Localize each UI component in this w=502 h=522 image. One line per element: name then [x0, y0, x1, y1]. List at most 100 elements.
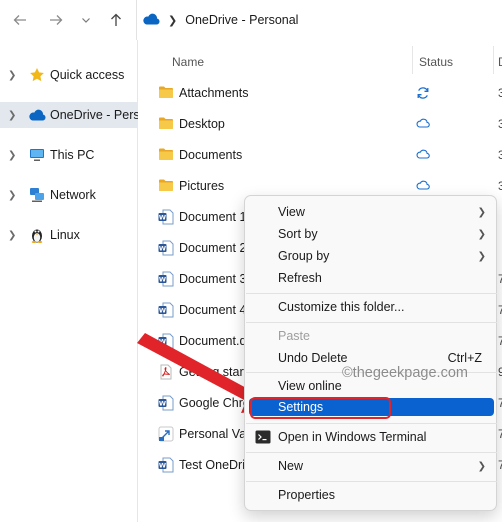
- file-date: 7: [498, 458, 502, 472]
- menu-item-open-terminal[interactable]: Open in Windows Terminal: [249, 426, 494, 448]
- file-name: Document 2: [179, 241, 247, 255]
- pdf-file-icon: [158, 364, 174, 380]
- monitor-icon: [28, 146, 46, 164]
- file-row[interactable]: Documents 3: [140, 140, 502, 171]
- watermark: ©thegeekpage.com: [342, 365, 468, 381]
- file-date: 7: [498, 334, 502, 348]
- onedrive-cloud-icon: [142, 13, 160, 28]
- penguin-icon: [28, 226, 46, 244]
- menu-item-label: Paste: [278, 329, 310, 343]
- word-document-icon: W: [158, 395, 174, 411]
- menu-item-label: New: [278, 459, 304, 473]
- svg-text:W: W: [159, 462, 166, 470]
- file-name: Document.d: [179, 334, 247, 348]
- file-name: Desktop: [179, 117, 225, 131]
- sidebar-item-label: Network: [50, 188, 96, 202]
- file-date: 7: [498, 427, 502, 441]
- terminal-icon: [255, 430, 271, 444]
- menu-item-label: View online: [278, 379, 342, 393]
- file-date: 3: [498, 86, 502, 100]
- svg-text:W: W: [159, 214, 166, 222]
- breadcrumb-onedrive[interactable]: OneDrive - Personal: [185, 13, 298, 27]
- navigation-bar: ❯ OneDrive - Personal: [0, 0, 502, 40]
- svg-text:W: W: [159, 400, 166, 408]
- column-header-name[interactable]: Name: [172, 50, 204, 74]
- file-name: Attachments: [179, 86, 249, 100]
- sidebar-item-label: Linux: [50, 228, 80, 242]
- sidebar-item-network[interactable]: ❯ Network: [0, 182, 138, 208]
- file-name: Document 1: [179, 210, 247, 224]
- file-row[interactable]: Desktop 3: [140, 109, 502, 140]
- sidebar-item-onedrive[interactable]: ❯ OneDrive - Personal: [0, 102, 138, 128]
- address-bar[interactable]: ❯ OneDrive - Personal: [142, 8, 298, 32]
- menu-item-refresh[interactable]: Refresh: [249, 267, 494, 289]
- sidebar-item-label: OneDrive - Personal: [50, 108, 138, 122]
- menu-item-label: Sort by: [278, 227, 318, 241]
- menu-item-group-by[interactable]: Group by ❯: [249, 245, 494, 267]
- sidebar-item-this-pc[interactable]: ❯ This PC: [0, 142, 138, 168]
- svg-text:W: W: [159, 276, 166, 284]
- sync-pending-icon: [416, 86, 432, 102]
- menu-item-paste: Paste: [249, 325, 494, 347]
- column-header-status[interactable]: Status: [419, 50, 453, 74]
- folder-icon: [158, 85, 174, 101]
- menu-separator: [246, 322, 497, 323]
- chevron-right-icon: ❯: [477, 228, 486, 240]
- expand-chevron-icon[interactable]: ❯: [8, 70, 18, 81]
- expand-chevron-icon[interactable]: ❯: [8, 190, 18, 201]
- file-name: Google Chro: [179, 396, 250, 410]
- expand-chevron-icon[interactable]: ❯: [8, 150, 18, 161]
- arrow-left-icon[interactable]: [8, 8, 32, 32]
- context-menu: View ❯ Sort by ❯ Group by ❯ Refresh Cust…: [244, 195, 497, 511]
- file-date: 3: [498, 117, 502, 131]
- menu-item-shortcut: Ctrl+Z: [447, 351, 482, 365]
- chevron-right-icon: ❯: [477, 250, 486, 262]
- menu-item-sort-by[interactable]: Sort by ❯: [249, 223, 494, 245]
- chevron-right-icon: ❯: [477, 460, 486, 472]
- menu-item-customize-folder[interactable]: Customize this folder...: [249, 296, 494, 318]
- folder-icon: [158, 147, 174, 163]
- sidebar-item-label: Quick access: [50, 68, 125, 82]
- menu-item-label: Refresh: [278, 271, 322, 285]
- address-divider: [136, 0, 137, 40]
- sidebar-item-quick-access[interactable]: ❯ Quick access: [0, 62, 138, 88]
- file-name: Documents: [179, 148, 243, 162]
- svg-text:W: W: [159, 307, 166, 315]
- word-document-icon: W: [158, 209, 174, 225]
- menu-item-new[interactable]: New ❯: [249, 455, 494, 477]
- cloud-online-icon: [416, 148, 432, 164]
- file-name: Personal Vau: [179, 427, 254, 441]
- file-date: 3: [498, 179, 502, 193]
- file-date: 7: [498, 396, 502, 410]
- menu-separator: [246, 452, 497, 453]
- file-name: Document 3: [179, 272, 247, 286]
- menu-item-label: Properties: [278, 488, 335, 502]
- menu-item-label: Group by: [278, 249, 330, 263]
- svg-text:W: W: [159, 245, 166, 253]
- navigation-pane: ❯ Quick access ❯ OneDrive - Personal ❯ T…: [0, 40, 138, 522]
- file-row[interactable]: Attachments 3: [140, 78, 502, 109]
- file-date: 7: [498, 272, 502, 286]
- menu-item-label: Undo Delete: [278, 351, 348, 365]
- sidebar-item-linux[interactable]: ❯ Linux: [0, 222, 138, 248]
- breadcrumb-chevron-icon: ❯: [168, 14, 178, 27]
- file-name: Getting start: [179, 365, 248, 379]
- column-header-date[interactable]: D: [498, 50, 502, 74]
- chevron-down-icon[interactable]: [78, 8, 94, 32]
- folder-icon: [158, 116, 174, 132]
- menu-item-properties[interactable]: Properties: [249, 484, 494, 506]
- word-document-icon: W: [158, 271, 174, 287]
- cloud-online-icon: [416, 117, 432, 133]
- file-date: 7: [498, 303, 502, 317]
- column-divider[interactable]: [493, 46, 494, 74]
- column-divider[interactable]: [412, 46, 413, 74]
- menu-item-label: Open in Windows Terminal: [278, 430, 427, 444]
- network-icon: [28, 186, 46, 204]
- expand-chevron-icon[interactable]: ❯: [8, 110, 18, 121]
- expand-chevron-icon[interactable]: ❯: [8, 230, 18, 241]
- folder-icon: [158, 178, 174, 194]
- menu-item-view[interactable]: View ❯: [249, 201, 494, 223]
- arrow-up-icon[interactable]: [104, 8, 128, 32]
- word-document-icon: W: [158, 457, 174, 473]
- arrow-right-icon[interactable]: [44, 8, 68, 32]
